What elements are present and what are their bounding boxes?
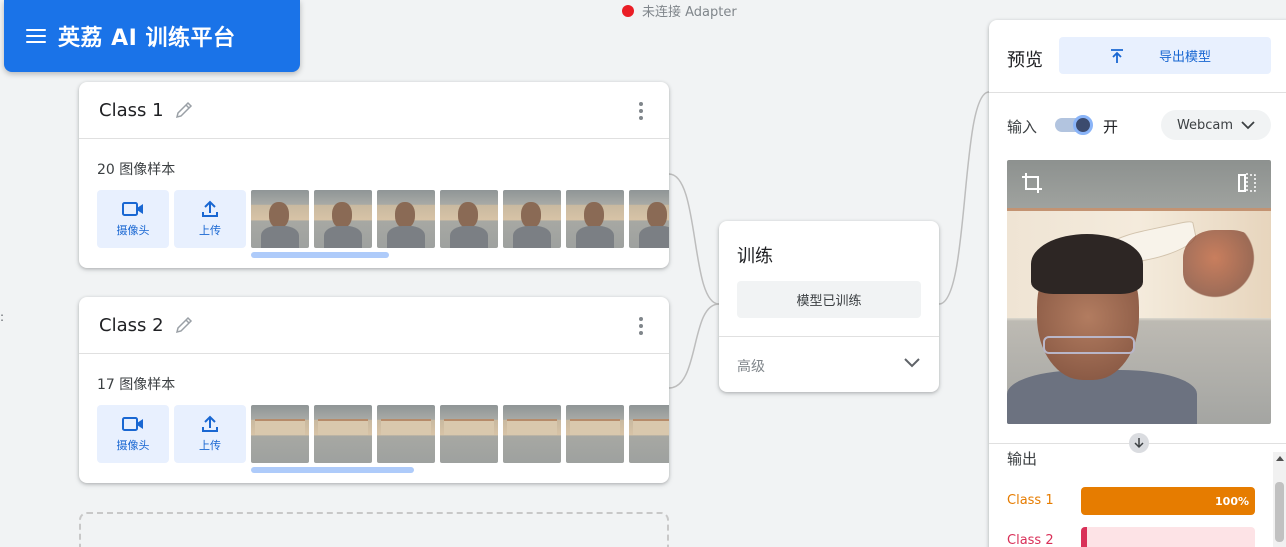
edit-pencil-icon[interactable] [174, 100, 194, 120]
app-header: 英荔 AI 训练平台 [4, 0, 300, 72]
class-name[interactable]: Class 1 [99, 100, 164, 121]
chevron-down-icon [1241, 120, 1255, 129]
webcam-button[interactable]: 摄像头 [97, 405, 169, 463]
thumbnail-scrollbar[interactable] [251, 252, 389, 258]
webcam-button-label: 摄像头 [116, 439, 150, 452]
output-scrollbar[interactable] [1273, 452, 1286, 547]
output-row-class-1: Class 1 100% [1007, 487, 1257, 515]
add-class-card[interactable] [79, 512, 669, 547]
upload-icon [202, 415, 218, 432]
confidence-bar: 100% [1081, 487, 1255, 515]
crop-icon[interactable] [1021, 172, 1043, 194]
export-icon [1111, 48, 1123, 63]
sample-thumbnail[interactable] [629, 190, 669, 248]
training-title: 训练 [737, 246, 773, 267]
input-row: 输入 开 Webcam [1007, 110, 1272, 146]
more-options-icon[interactable] [639, 317, 643, 335]
sample-thumbnail[interactable] [566, 405, 624, 463]
sample-thumbnails[interactable] [251, 190, 669, 248]
upload-button-label: 上传 [199, 439, 221, 452]
sample-count: 20 图像样本 [97, 162, 176, 178]
confidence-bar [1081, 527, 1255, 547]
scrollbar-thumb[interactable] [1275, 482, 1284, 542]
video-camera-icon [122, 417, 143, 431]
export-model-button[interactable]: 导出模型 [1059, 37, 1271, 74]
sample-count: 17 图像样本 [97, 377, 176, 393]
train-model-button[interactable]: 模型已训练 [737, 281, 921, 318]
sample-thumbnail[interactable] [440, 405, 498, 463]
class-name[interactable]: Class 2 [99, 315, 164, 336]
sample-thumbnail[interactable] [251, 405, 309, 463]
webcam-button[interactable]: 摄像头 [97, 190, 169, 248]
sample-thumbnail[interactable] [314, 190, 372, 248]
class-card-header: Class 2 [79, 297, 669, 354]
input-source-select[interactable]: Webcam [1161, 110, 1271, 140]
edit-pencil-icon[interactable] [174, 315, 194, 335]
sample-thumbnail[interactable] [440, 190, 498, 248]
status-dot-icon [622, 4, 634, 17]
upload-icon [202, 200, 218, 217]
output-row-class-2: Class 2 [1007, 527, 1257, 547]
class-card-header: Class 1 [79, 82, 669, 139]
sample-thumbnail[interactable] [503, 190, 561, 248]
scroll-up-icon[interactable] [1276, 456, 1284, 461]
output-class-name: Class 1 [1007, 493, 1054, 508]
left-edge-marker: : [0, 310, 5, 324]
flip-icon[interactable] [1237, 172, 1257, 194]
class-card-2: Class 2 17 图像样本 摄像头 上传 [79, 297, 669, 483]
sample-thumbnail[interactable] [503, 405, 561, 463]
sample-thumbnail[interactable] [566, 190, 624, 248]
preview-panel: 预览 导出模型 输入 开 Webcam 输出 Class 1 100% Clas… [989, 20, 1286, 547]
sample-thumbnail[interactable] [314, 405, 372, 463]
app-title: 英荔 AI 训练平台 [58, 26, 236, 51]
toggle-state-label: 开 [1103, 118, 1119, 136]
input-toggle[interactable] [1055, 115, 1093, 135]
divider [719, 336, 939, 337]
sample-thumbnail[interactable] [377, 405, 435, 463]
chevron-down-icon[interactable] [903, 356, 921, 368]
thumbnail-scrollbar[interactable] [251, 467, 414, 473]
sample-thumbnail[interactable] [629, 405, 669, 463]
class-card-1: Class 1 20 图像样本 摄像头 上传 [79, 82, 669, 268]
upload-button[interactable]: 上传 [174, 405, 246, 463]
input-label: 输入 [1007, 118, 1038, 136]
arrow-down-icon[interactable] [1129, 433, 1149, 453]
upload-button-label: 上传 [199, 224, 221, 237]
menu-icon[interactable] [26, 29, 46, 43]
preview-title: 预览 [1007, 50, 1043, 71]
more-options-icon[interactable] [639, 102, 643, 120]
connection-status: 未连接 Adapter [622, 1, 737, 20]
training-card: 训练 模型已训练 高级 [719, 221, 939, 392]
connection-status-text: 未连接 Adapter [642, 5, 737, 20]
webcam-preview [1007, 160, 1271, 424]
sample-thumbnails[interactable] [251, 405, 669, 463]
export-model-label: 导出模型 [1159, 50, 1212, 65]
output-label: 输出 [1007, 450, 1038, 468]
sample-thumbnail[interactable] [251, 190, 309, 248]
advanced-toggle-label[interactable]: 高级 [737, 356, 765, 376]
upload-button[interactable]: 上传 [174, 190, 246, 248]
webcam-button-label: 摄像头 [116, 224, 150, 237]
output-class-name: Class 2 [1007, 533, 1054, 547]
preview-header: 预览 导出模型 [989, 20, 1286, 93]
confidence-fill: 100% [1081, 487, 1255, 515]
sample-thumbnail[interactable] [377, 190, 435, 248]
confidence-fill [1081, 527, 1087, 547]
input-source-value: Webcam [1176, 117, 1234, 133]
video-camera-icon [122, 202, 143, 216]
